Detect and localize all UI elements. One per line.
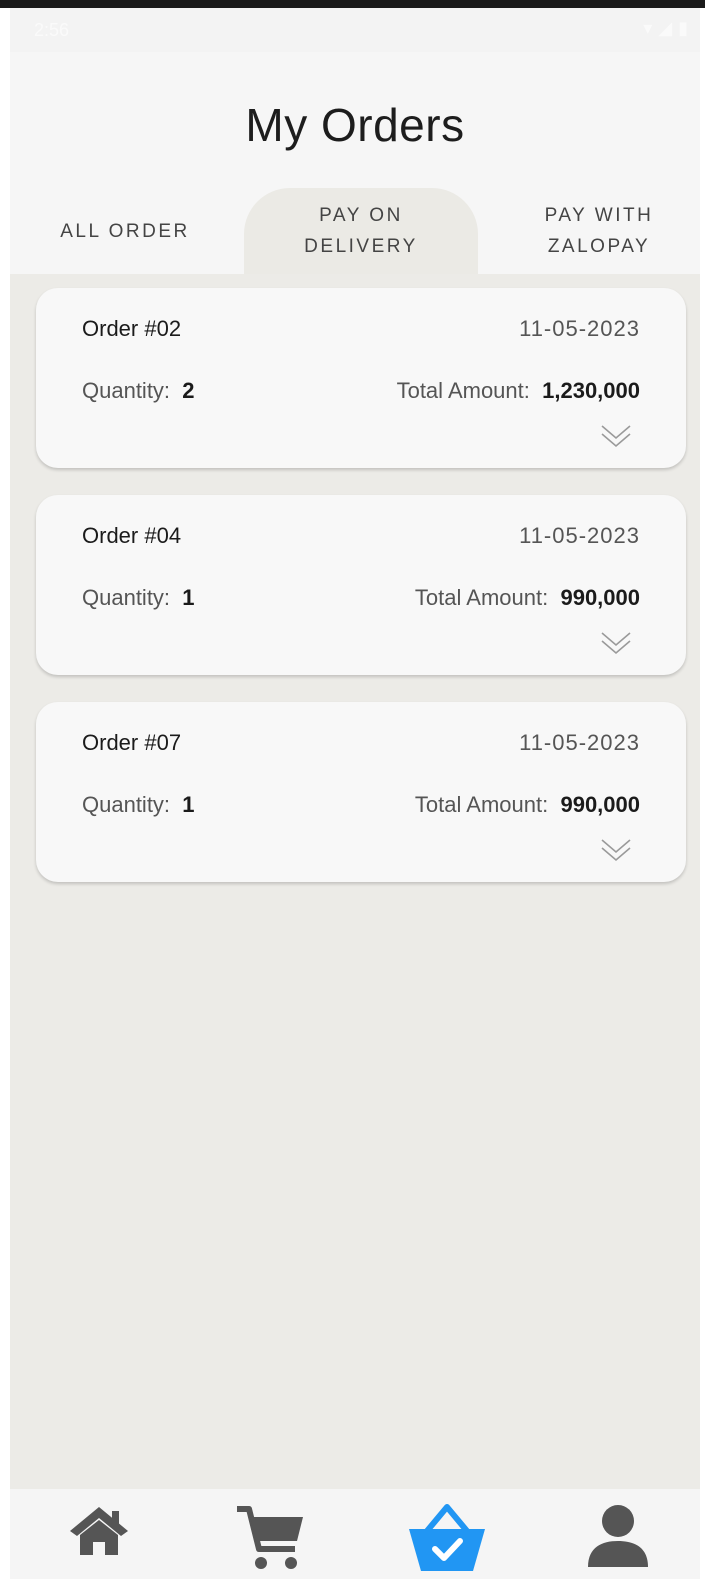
cart-icon: [237, 1506, 303, 1569]
order-card[interactable]: Order #07 11-05-2023 Quantity: 1 Total A…: [36, 702, 686, 882]
signal-icon: ◢: [658, 18, 673, 38]
quantity-value: 1: [182, 792, 195, 817]
nav-cart[interactable]: [231, 1503, 311, 1573]
order-title: Order #04: [82, 523, 182, 548]
order-total: Total Amount: 990,000: [415, 792, 640, 818]
order-total: Total Amount: 990,000: [415, 585, 640, 611]
order-list: Order #02 11-05-2023 Quantity: 2 Total A…: [36, 288, 686, 909]
orders-basket-icon: [409, 1504, 485, 1571]
tab-label: ALL ORDER: [60, 220, 190, 242]
order-title: Order #07: [82, 730, 182, 755]
header: My Orders ALL ORDER PAY ON DELIVERY PAY …: [10, 52, 700, 274]
quantity-label: Quantity:: [82, 585, 171, 610]
page-title: My Orders: [245, 99, 465, 151]
total-label: Total Amount:: [414, 585, 549, 610]
order-card[interactable]: Order #04 11-05-2023 Quantity: 1 Total A…: [36, 495, 686, 675]
tab-all-order[interactable]: ALL ORDER: [30, 188, 220, 274]
order-date: 11-05-2023: [519, 523, 640, 548]
status-bar: 2:56 ▾ ◢ ▮: [10, 8, 700, 52]
home-icon: [70, 1507, 128, 1555]
order-quantity: Quantity: 2: [82, 378, 195, 404]
system-icons: ▾ ◢ ▮: [643, 18, 688, 39]
order-date: 11-05-2023: [519, 316, 640, 341]
quantity-label: Quantity:: [82, 792, 171, 817]
status-time: 2:56: [34, 20, 70, 40]
expand-chevron-icon[interactable]: [600, 836, 632, 864]
profile-icon: [588, 1505, 648, 1567]
tab-label-line2: ZALOPAY: [547, 236, 651, 257]
battery-icon: ▮: [678, 18, 688, 38]
wifi-icon: ▾: [643, 18, 653, 38]
expand-chevron-icon[interactable]: [600, 422, 632, 450]
total-value: 990,000: [560, 585, 640, 610]
order-card[interactable]: Order #02 11-05-2023 Quantity: 2 Total A…: [36, 288, 686, 468]
nav-home[interactable]: [59, 1503, 139, 1573]
total-label: Total Amount:: [414, 792, 549, 817]
order-quantity: Quantity: 1: [82, 585, 195, 611]
tab-pay-with-zalopay[interactable]: PAY WITH ZALOPAY: [498, 188, 700, 274]
bottom-nav: [10, 1489, 700, 1579]
quantity-value: 1: [182, 585, 195, 610]
order-total: Total Amount: 1,230,000: [397, 378, 640, 404]
total-value: 990,000: [560, 792, 640, 817]
expand-chevron-icon[interactable]: [600, 629, 632, 657]
order-title: Order #02: [82, 316, 182, 341]
tab-label-line1: PAY WITH: [544, 205, 654, 226]
total-value: 1,230,000: [542, 378, 640, 403]
phone-screen: 2:56 ▾ ◢ ▮ My Orders ALL ORDER PAY ON DE…: [10, 8, 700, 1579]
order-quantity: Quantity: 1: [82, 792, 195, 818]
nav-orders[interactable]: [407, 1503, 487, 1573]
tab-label-line2: DELIVERY: [304, 236, 418, 257]
nav-profile[interactable]: [578, 1503, 658, 1573]
quantity-label: Quantity:: [82, 378, 171, 403]
top-strip-bar: [0, 0, 705, 8]
tab-label-line1: PAY ON: [319, 205, 403, 226]
order-date: 11-05-2023: [519, 730, 640, 755]
total-label: Total Amount:: [396, 378, 530, 403]
tab-pay-on-delivery[interactable]: PAY ON DELIVERY: [244, 188, 478, 274]
quantity-value: 2: [182, 378, 195, 403]
